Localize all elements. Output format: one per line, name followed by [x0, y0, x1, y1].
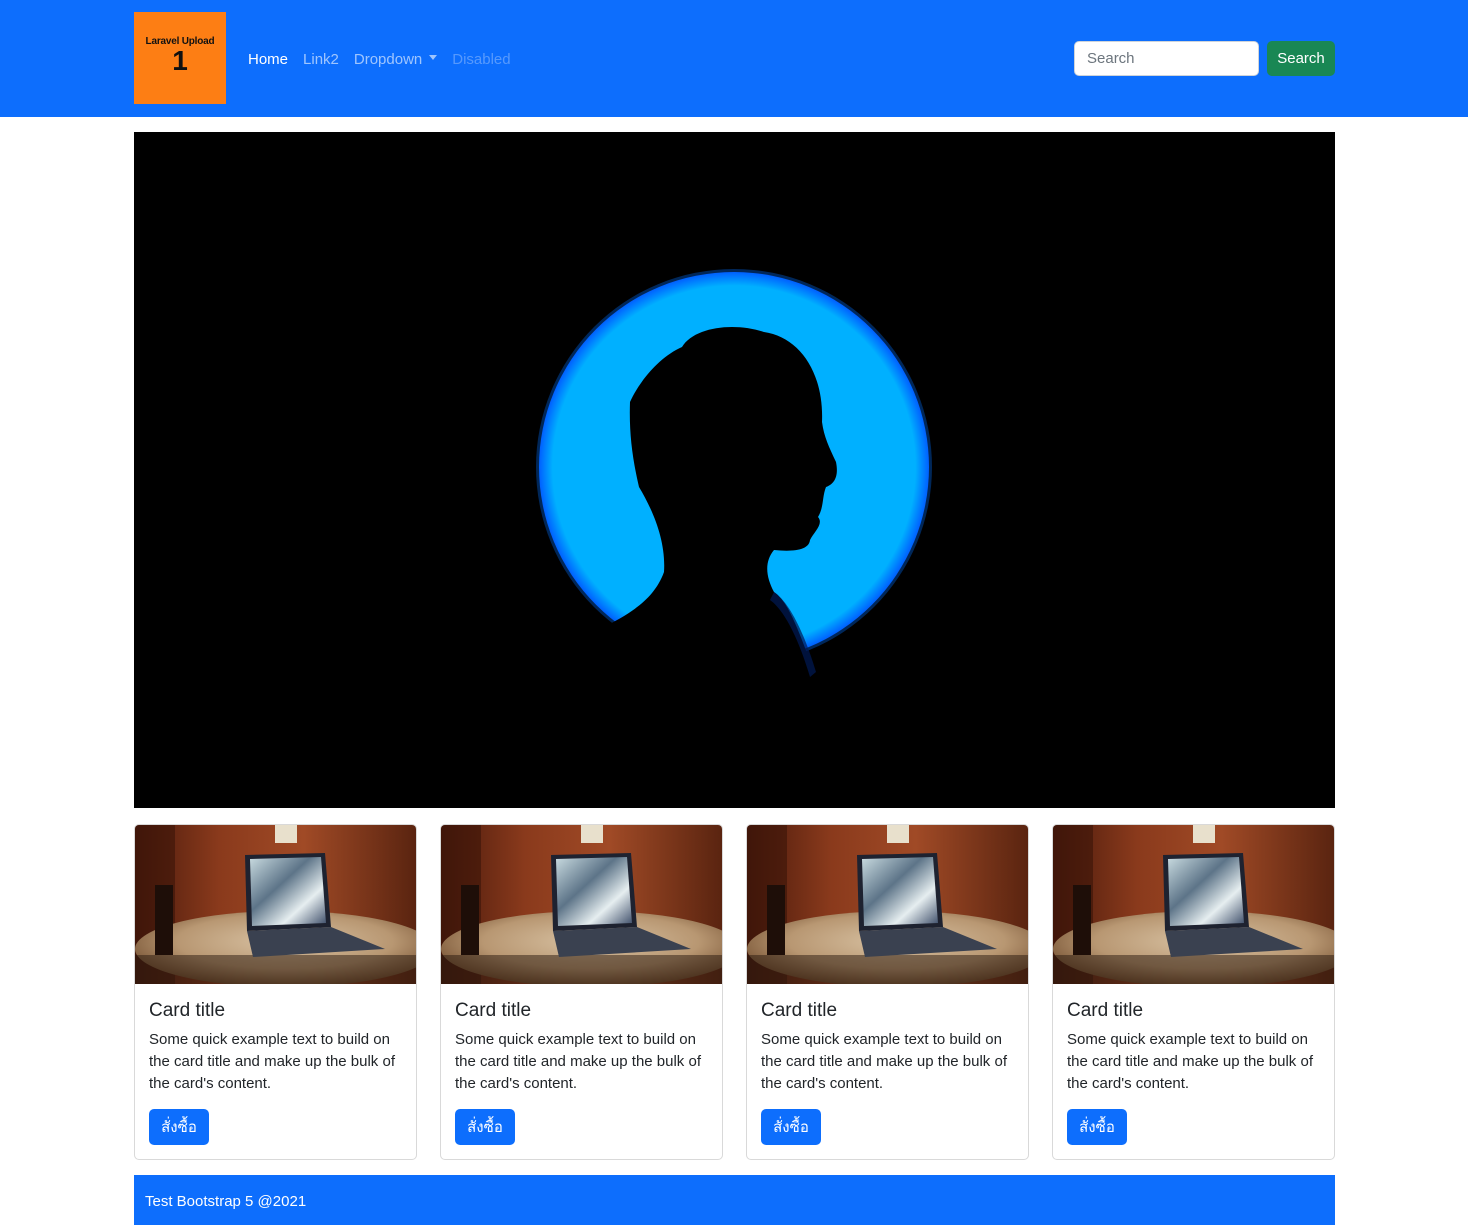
laptop-photo — [441, 825, 722, 984]
nav-dropdown[interactable]: Dropdown — [353, 50, 438, 68]
card-body: Card title Some quick example text to bu… — [761, 999, 1016, 1095]
order-button[interactable]: สั่งซื้อ — [455, 1109, 515, 1145]
card-text: Some quick example text to build on the … — [149, 1031, 395, 1092]
footer-text: Test Bootstrap 5 @2021 — [145, 1193, 307, 1210]
search-input[interactable] — [1074, 41, 1259, 76]
product-card: Card title Some quick example text to bu… — [440, 824, 723, 1160]
card-body: Card title Some quick example text to bu… — [149, 999, 404, 1095]
card-title: Card title — [455, 1000, 532, 1021]
search-button[interactable]: Search — [1267, 41, 1335, 76]
product-card: Card title Some quick example text to bu… — [134, 824, 417, 1160]
order-button[interactable]: สั่งซื้อ — [761, 1109, 821, 1145]
laptop-photo — [1053, 825, 1334, 984]
card-title: Card title — [761, 1000, 838, 1021]
nav-links: Home Link2 Dropdown Disabled — [248, 48, 526, 70]
card-body: Card title Some quick example text to bu… — [455, 999, 710, 1095]
logo-number: 1 — [172, 45, 188, 76]
card-text: Some quick example text to build on the … — [1067, 1031, 1313, 1092]
laptop-photo — [135, 825, 416, 984]
nav-link-disabled: Disabled — [452, 50, 511, 68]
nav-link-home[interactable]: Home — [248, 51, 288, 68]
footer: Test Bootstrap 5 @2021 — [134, 1175, 1335, 1225]
product-card: Card title Some quick example text to bu… — [1052, 824, 1335, 1160]
card-title: Card title — [1067, 1000, 1144, 1021]
order-button[interactable]: สั่งซื้อ — [1067, 1109, 1127, 1145]
navbar: Laravel Upload 1 Home Link2 Dropdown Dis… — [0, 0, 1468, 117]
order-button[interactable]: สั่งซื้อ — [149, 1109, 209, 1145]
card-text: Some quick example text to build on the … — [761, 1031, 1007, 1092]
caret-down-icon — [429, 55, 438, 61]
nav-dropdown-label: Dropdown — [353, 50, 423, 68]
nav-link-link2[interactable]: Link2 — [303, 51, 339, 68]
card-body: Card title Some quick example text to bu… — [1067, 999, 1322, 1095]
laptop-photo — [747, 825, 1028, 984]
brand-logo[interactable]: Laravel Upload 1 — [134, 12, 226, 104]
hero-image — [134, 132, 1335, 808]
card-text: Some quick example text to build on the … — [455, 1031, 701, 1092]
product-card: Card title Some quick example text to bu… — [746, 824, 1029, 1160]
silhouette-image — [134, 132, 1335, 808]
card-title: Card title — [149, 1000, 226, 1021]
